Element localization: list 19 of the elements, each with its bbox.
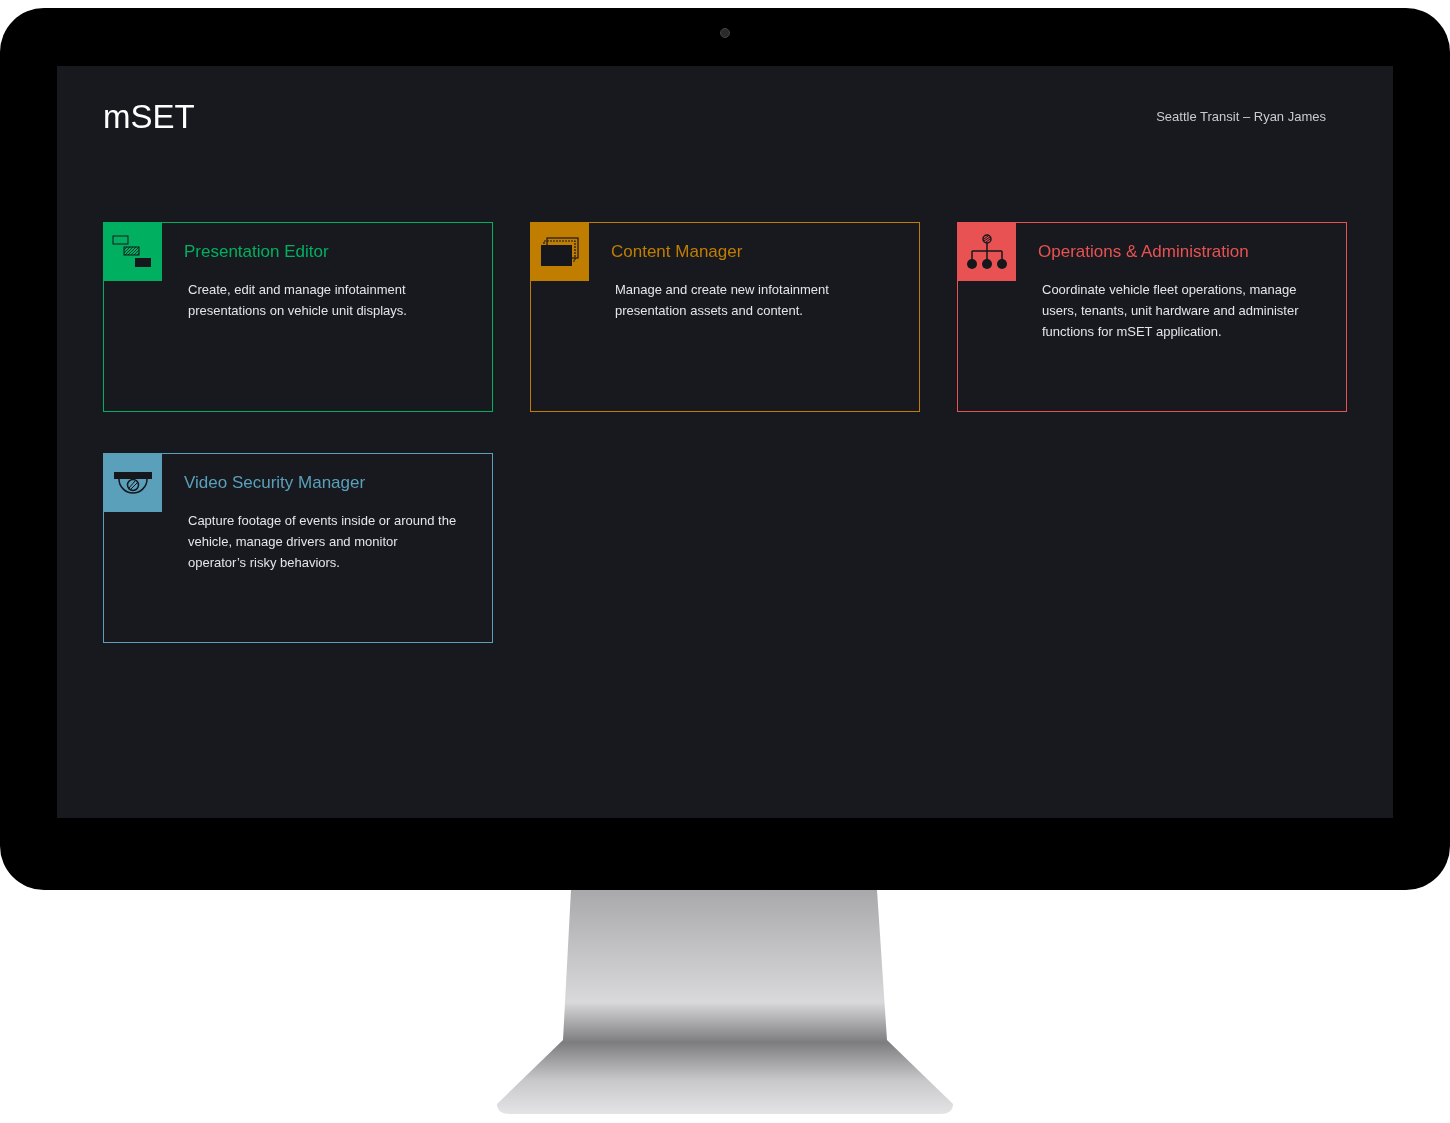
app-description: Create, edit and manage infotainment presentations on vehicle unit displays. [188, 281, 408, 320]
camera-icon [720, 28, 730, 38]
app-title: Video Security Manager [184, 472, 367, 494]
stacked-rectangles-icon [112, 235, 154, 269]
security-camera-icon [113, 471, 153, 495]
app-card[interactable]: Presentation Editor Create, edit and manage infotainment presentations on vehicle unit displays. [103, 222, 493, 412]
hierarchy-icon [966, 234, 1008, 270]
app-description: Coordinate vehicle fleet operations, manage users, tenants, unit hardware and administer functions for mSET application. [1042, 281, 1300, 341]
app-title: Presentation Editor [184, 241, 330, 263]
app-title: Operations & Administration [1038, 241, 1250, 263]
app-card[interactable]: Operations & Administration Coordinate vehicle fleet operations, manage users, tenants, unit hardware and administer functions for mSET application. [957, 222, 1347, 412]
app-logo: mSET [103, 97, 195, 138]
app-description: Capture footage of events inside or around the vehicle, manage drivers and monitor operator’s risky behaviors. [188, 512, 458, 572]
app-description: Manage and create new infotainment presentation assets and content. [615, 281, 830, 320]
app-card[interactable]: Video Security Manager Capture footage of events inside or around the vehicle, manage drivers and monitor operator’s risky behaviors. [103, 453, 493, 643]
app-title: Content Manager [611, 241, 744, 263]
folder-stack-icon [540, 237, 580, 267]
app-card[interactable]: Content Manager Manage and create new infotainment presentation assets and content. [530, 222, 920, 412]
account-label: Seattle Transit – Ryan James [1156, 108, 1326, 127]
